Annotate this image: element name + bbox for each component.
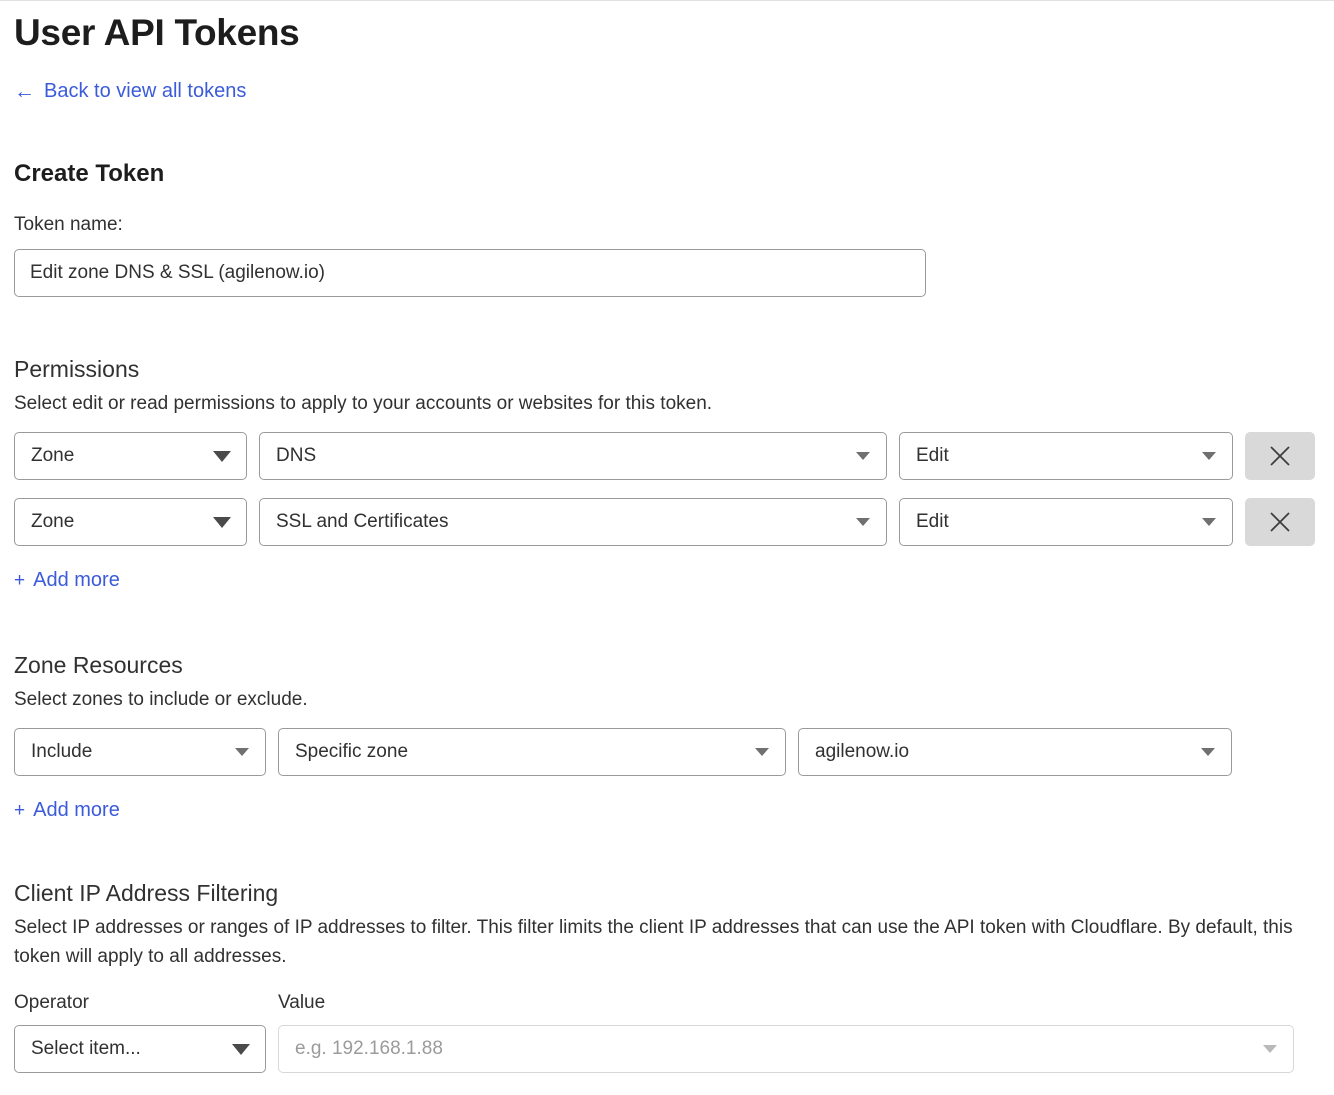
close-icon [1270, 446, 1290, 466]
chevron-down-icon [856, 452, 870, 460]
plus-icon: + [14, 570, 26, 591]
permission-access-value-2: Edit [916, 511, 949, 532]
chevron-down-icon [856, 518, 870, 526]
permission-scope-value-2: Zone [31, 511, 75, 532]
client-ip-filter-row: Operator Select item... Value e.g. 192.1… [14, 991, 1320, 1073]
add-more-zones-label: Add more [33, 799, 120, 821]
zone-target-value: agilenow.io [815, 741, 910, 762]
operator-label: Operator [14, 992, 89, 1013]
permission-row: Zone DNS Edit [14, 432, 1320, 480]
permissions-section: Permissions Select edit or read permissi… [14, 297, 1320, 593]
permission-access-select-1[interactable]: Edit [899, 432, 1233, 480]
operator-select[interactable]: Select item... [14, 1025, 266, 1073]
zone-scope-value: Specific zone [295, 741, 409, 762]
page-title: User API Tokens [14, 12, 300, 53]
value-label: Value [278, 992, 326, 1013]
token-name-input[interactable]: Edit zone DNS & SSL (agilenow.io) [14, 249, 926, 297]
chevron-down-icon [1201, 748, 1215, 756]
permission-scope-select-1[interactable]: Zone [14, 432, 247, 480]
operator-value: Select item... [31, 1038, 141, 1059]
chevron-down-icon [1263, 1045, 1277, 1053]
zone-scope-select[interactable]: Specific zone [278, 728, 786, 776]
permission-access-select-2[interactable]: Edit [899, 498, 1233, 546]
permissions-description: Select edit or read permissions to apply… [14, 393, 713, 414]
permission-scope-select-2[interactable]: Zone [14, 498, 247, 546]
token-name-value: Edit zone DNS & SSL (agilenow.io) [30, 262, 326, 283]
plus-icon: + [14, 800, 26, 821]
add-more-permissions-link[interactable]: + Add more [14, 568, 120, 593]
chevron-down-icon [235, 748, 249, 756]
close-icon [1270, 512, 1290, 532]
zone-target-select[interactable]: agilenow.io [798, 728, 1232, 776]
value-input[interactable]: e.g. 192.168.1.88 [278, 1025, 1294, 1073]
zone-resource-row: Include Specific zone agilenow.io [14, 728, 1320, 776]
permission-row: Zone SSL and Certificates Edit [14, 498, 1320, 546]
permission-resource-select-1[interactable]: DNS [259, 432, 887, 480]
chevron-down-icon [1202, 518, 1216, 526]
add-more-zones-link[interactable]: + Add more [14, 798, 120, 823]
create-token-page: User API Tokens ← Back to view all token… [0, 1, 1334, 1073]
permission-access-value-1: Edit [916, 445, 949, 466]
chevron-down-icon [755, 748, 769, 756]
zone-inclusion-select[interactable]: Include [14, 728, 266, 776]
value-field-group: Value e.g. 192.168.1.88 [278, 991, 1294, 1073]
chevron-down-icon [213, 450, 231, 462]
zone-resources-description: Select zones to include or exclude. [14, 689, 308, 710]
client-ip-filtering-heading: Client IP Address Filtering [14, 880, 279, 906]
value-placeholder: e.g. 192.168.1.88 [295, 1038, 443, 1059]
client-ip-filtering-section: Client IP Address Filtering Select IP ad… [14, 823, 1320, 1073]
chevron-down-icon [213, 516, 231, 528]
back-link-label: Back to view all tokens [44, 80, 247, 102]
zone-resources-heading: Zone Resources [14, 652, 183, 678]
zone-resources-section: Zone Resources Select zones to include o… [14, 593, 1320, 823]
add-more-permissions-label: Add more [33, 569, 120, 591]
operator-field-group: Operator Select item... [14, 991, 266, 1073]
token-name-label: Token name: [14, 214, 123, 235]
chevron-down-icon [1202, 452, 1216, 460]
zone-inclusion-value: Include [31, 741, 93, 762]
permissions-heading: Permissions [14, 356, 140, 382]
chevron-down-icon [232, 1043, 250, 1055]
create-token-heading: Create Token [14, 160, 165, 187]
permission-resource-select-2[interactable]: SSL and Certificates [259, 498, 887, 546]
back-to-all-tokens-link[interactable]: ← Back to view all tokens [14, 79, 246, 103]
permission-resource-value-2: SSL and Certificates [276, 511, 449, 532]
arrow-left-icon: ← [14, 79, 35, 103]
remove-permission-button-1[interactable] [1245, 432, 1315, 480]
client-ip-filtering-description: Select IP addresses or ranges of IP addr… [14, 917, 1293, 967]
permission-resource-value-1: DNS [276, 445, 317, 466]
remove-permission-button-2[interactable] [1245, 498, 1315, 546]
permission-scope-value-1: Zone [31, 445, 75, 466]
